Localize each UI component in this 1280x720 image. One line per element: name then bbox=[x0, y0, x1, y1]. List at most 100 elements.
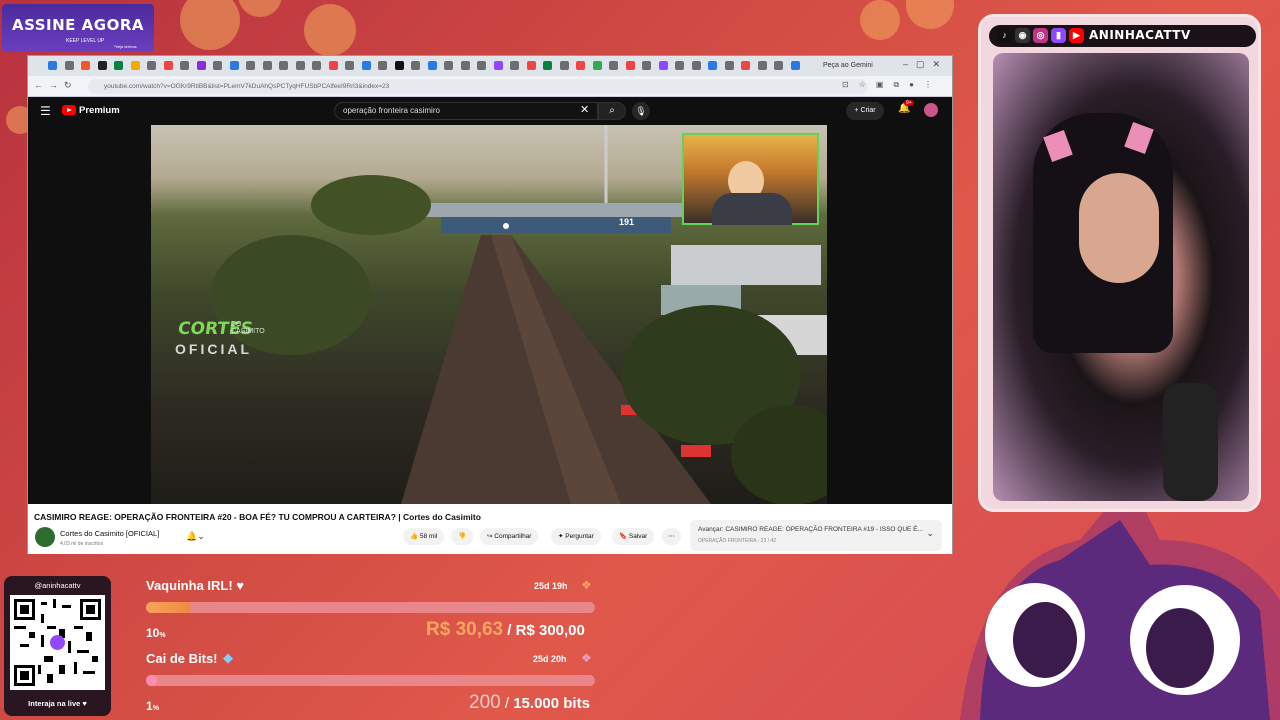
subscribe-promo-banner: ASSINE AGORA KEEP LEVEL UP *Veja termos bbox=[2, 4, 154, 52]
playlist-next-panel[interactable]: Avançar: CASIMIRO REAGE: OPERAÇÃO FRONTE… bbox=[690, 520, 942, 551]
browser-tab[interactable] bbox=[147, 61, 156, 70]
search-button[interactable]: ⌕ bbox=[598, 102, 626, 120]
browser-tab[interactable] bbox=[576, 61, 585, 70]
browser-tab[interactable] bbox=[493, 61, 503, 70]
window-controls[interactable]: –▢✕ bbox=[903, 59, 948, 70]
video-player[interactable]: 191 CORTES DO CASIMITO OFICIAL bbox=[151, 125, 827, 504]
browser-tab[interactable] bbox=[328, 61, 338, 70]
browser-tab[interactable] bbox=[642, 61, 651, 70]
browser-tab[interactable] bbox=[213, 61, 222, 70]
browser-tab[interactable] bbox=[312, 61, 321, 70]
browser-tab[interactable] bbox=[163, 61, 173, 70]
browser-tab[interactable] bbox=[394, 61, 404, 70]
streamer-handle: ANINHACATTV bbox=[1089, 28, 1191, 42]
browser-tab[interactable] bbox=[378, 61, 387, 70]
notification-badge: 9+ bbox=[904, 100, 914, 106]
browser-tab[interactable] bbox=[361, 61, 371, 70]
playlist-position: OPERAÇÃO FRONTEIRA - 23 / 42 bbox=[698, 538, 777, 544]
browser-tab[interactable] bbox=[64, 61, 74, 70]
browser-tab[interactable] bbox=[675, 61, 684, 70]
goal-2-percent-value: 1 bbox=[146, 699, 153, 713]
gemini-button[interactable]: Peça ao Gemini bbox=[823, 60, 873, 72]
clear-search-icon[interactable]: ✕ bbox=[580, 103, 589, 116]
create-button[interactable]: + Criar bbox=[846, 102, 884, 120]
voice-search-icon[interactable]: 🎙 bbox=[632, 102, 650, 120]
instagram-icon: ◎ bbox=[1033, 28, 1048, 43]
browser-tab[interactable] bbox=[790, 61, 800, 70]
extension-icons[interactable]: ⊡☆▣⧉●⋮ bbox=[842, 80, 942, 90]
tab-bar: Peça ao Gemini –▢✕ bbox=[28, 56, 952, 76]
browser-tab[interactable] bbox=[658, 61, 668, 70]
browser-tab[interactable] bbox=[559, 61, 569, 70]
twitch-icon: ▮ bbox=[1051, 28, 1066, 43]
goal-1-target: R$ 300,00 bbox=[515, 622, 585, 639]
browser-tab[interactable] bbox=[345, 61, 354, 70]
browser-tab[interactable] bbox=[246, 61, 255, 70]
browser-tab[interactable] bbox=[741, 61, 750, 70]
search-input[interactable]: operação fronteira casimiro bbox=[334, 102, 598, 120]
goal-1-sep: / bbox=[503, 622, 516, 639]
youtube-logo-icon[interactable] bbox=[62, 105, 76, 115]
browser-tab[interactable] bbox=[609, 61, 618, 70]
browser-tab[interactable] bbox=[543, 61, 552, 70]
browser-tab[interactable] bbox=[460, 61, 470, 70]
subscription-bell-icon[interactable]: 🔔⌄ bbox=[186, 531, 205, 542]
browser-tab[interactable] bbox=[526, 61, 536, 70]
qr-cta: Interaja na live ♥ bbox=[28, 699, 87, 708]
browser-tab[interactable] bbox=[774, 61, 783, 70]
browser-tab[interactable] bbox=[279, 61, 288, 70]
browser-tab[interactable] bbox=[691, 61, 701, 70]
browser-tab[interactable] bbox=[262, 61, 272, 70]
browser-tab[interactable] bbox=[180, 61, 189, 70]
discord-icon: ◉ bbox=[1015, 28, 1030, 43]
qr-code bbox=[10, 595, 105, 690]
goal-2-sep: / bbox=[500, 695, 514, 712]
browser-tab[interactable] bbox=[592, 61, 602, 70]
share-button[interactable]: ↪ Compartilhar bbox=[480, 528, 539, 545]
channel-name[interactable]: Cortes do Casimito [OFICIAL] bbox=[60, 529, 159, 538]
browser-window: Peça ao Gemini –▢✕ ←→↻ youtube.com/watch… bbox=[27, 55, 953, 554]
chevron-down-icon[interactable]: ⌄ bbox=[926, 528, 934, 539]
save-label: Salvar bbox=[628, 533, 648, 540]
url-field[interactable]: youtube.com/watch?v=OGKr9RtiBB&list=PLem… bbox=[88, 79, 868, 94]
browser-tab[interactable] bbox=[510, 61, 519, 70]
browser-tab[interactable] bbox=[114, 61, 123, 70]
browser-tab[interactable] bbox=[97, 61, 107, 70]
browser-tab[interactable] bbox=[81, 61, 90, 70]
goal-2-amount: 200 / 15.000 bits bbox=[469, 692, 590, 714]
nav-buttons[interactable]: ←→↻ bbox=[34, 80, 78, 91]
streamer-face bbox=[1079, 173, 1159, 283]
browser-tab[interactable] bbox=[130, 61, 140, 70]
browser-tab[interactable] bbox=[477, 61, 486, 70]
goal-2-current: 200 bbox=[469, 692, 501, 713]
browser-tab[interactable] bbox=[295, 61, 305, 70]
browser-tab[interactable] bbox=[444, 61, 453, 70]
browser-tab[interactable] bbox=[708, 61, 717, 70]
youtube-premium-label[interactable]: Premium bbox=[79, 105, 120, 116]
goal-2-percent: 1% bbox=[146, 699, 159, 713]
browser-tab[interactable] bbox=[411, 61, 420, 70]
more-actions-icon[interactable]: ⋯ bbox=[662, 528, 681, 545]
browser-tab[interactable] bbox=[625, 61, 635, 70]
promo-brand: KEEP LEVEL UP bbox=[66, 38, 105, 44]
channel-avatar[interactable] bbox=[35, 527, 55, 547]
browser-tab[interactable] bbox=[196, 61, 206, 70]
goal-1-icon: ❖ bbox=[581, 578, 592, 592]
save-button[interactable]: 🔖 Salvar bbox=[612, 528, 655, 545]
browser-tab[interactable] bbox=[427, 61, 437, 70]
next-video-label: Avançar: CASIMIRO REAGE: OPERAÇÃO FRONTE… bbox=[698, 526, 923, 533]
browser-tab[interactable] bbox=[48, 61, 57, 70]
dislike-button[interactable]: 👎 bbox=[451, 528, 474, 545]
browser-tab[interactable] bbox=[757, 61, 767, 70]
user-avatar[interactable] bbox=[924, 103, 938, 117]
goal-1-current: R$ 30,63 bbox=[426, 619, 504, 640]
goal-2-progress-bar bbox=[146, 675, 595, 686]
goal-2-progress-fill bbox=[146, 675, 157, 686]
ask-button[interactable]: ✦ Perguntar bbox=[551, 528, 601, 545]
like-button[interactable]: 👍 58 mil bbox=[403, 528, 445, 545]
hamburger-menu-icon[interactable]: ☰ bbox=[40, 104, 51, 118]
goal-2-target: 15.000 bits bbox=[513, 695, 590, 712]
browser-tab[interactable] bbox=[229, 61, 239, 70]
browser-tab[interactable] bbox=[724, 61, 734, 70]
create-label: Criar bbox=[860, 107, 876, 114]
